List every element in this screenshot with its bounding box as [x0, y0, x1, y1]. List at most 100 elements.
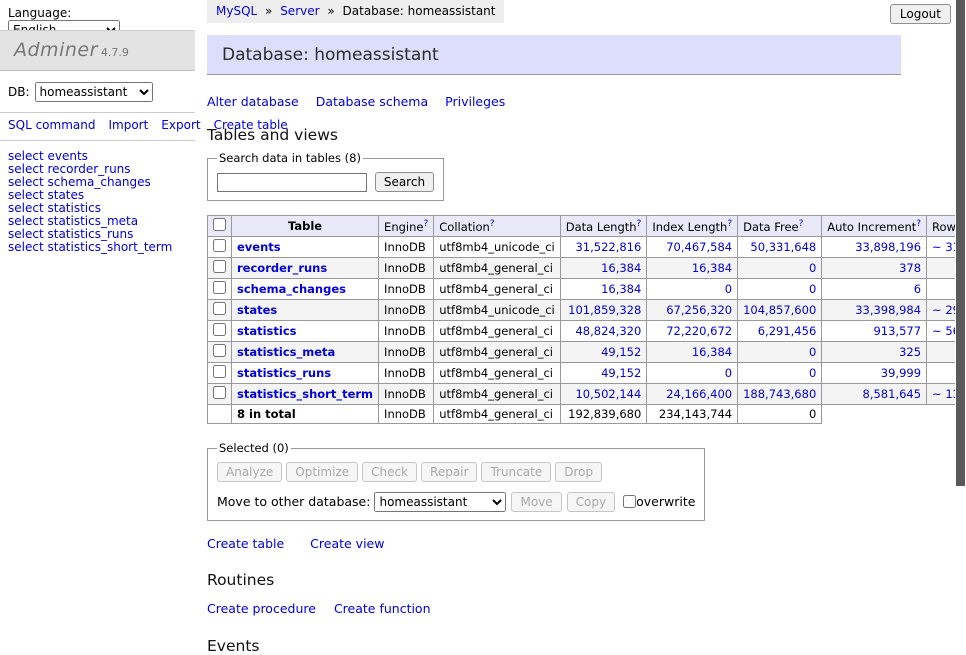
- row-checkbox[interactable]: [213, 386, 226, 399]
- index_length-value-link[interactable]: 0: [725, 282, 732, 296]
- move-button[interactable]: Move: [511, 492, 561, 512]
- data_free-value-link[interactable]: 0: [809, 261, 816, 275]
- data_length-value-link[interactable]: 49,152: [601, 345, 641, 359]
- table-name-link[interactable]: events: [237, 240, 281, 254]
- optimize-button[interactable]: Optimize: [286, 462, 358, 482]
- auto_increment-value-link[interactable]: 378: [899, 261, 921, 275]
- table-link[interactable]: schema_changes: [47, 175, 150, 189]
- table-name-link[interactable]: statistics_short_term: [237, 387, 373, 401]
- data_free-value-link[interactable]: 50,331,648: [750, 240, 816, 254]
- sidebar-action-link[interactable]: Import: [108, 118, 148, 132]
- table-link[interactable]: statistics_meta: [47, 214, 138, 228]
- table-link[interactable]: events: [47, 149, 87, 163]
- truncate-button[interactable]: Truncate: [481, 462, 551, 482]
- index_length-value-link[interactable]: 67,256,320: [666, 303, 732, 317]
- row-checkbox[interactable]: [213, 323, 226, 336]
- table-link[interactable]: statistics_short_term: [47, 240, 172, 254]
- select-link[interactable]: select: [8, 227, 44, 241]
- auto_increment-value-link[interactable]: 39,999: [881, 366, 921, 380]
- adminer-logo[interactable]: Adminer: [14, 39, 98, 61]
- data_length-value-link[interactable]: 101,859,328: [568, 303, 641, 317]
- table-name-link[interactable]: statistics: [237, 324, 297, 338]
- data_length-value-link[interactable]: 16,384: [601, 282, 641, 296]
- select-link[interactable]: select: [8, 149, 44, 163]
- column-help-link[interactable]: ?: [490, 219, 495, 229]
- data_length-value-link[interactable]: 31,522,816: [575, 240, 641, 254]
- scrollbar-thumb[interactable]: [956, 0, 965, 486]
- scrollbar-track[interactable]: [955, 0, 966, 543]
- copy-button[interactable]: Copy: [567, 492, 615, 512]
- move-db-select[interactable]: homeassistant: [374, 492, 506, 512]
- table-name-link[interactable]: states: [237, 303, 277, 317]
- data_free-value-link[interactable]: 188,743,680: [743, 387, 816, 401]
- data_free-value-link[interactable]: 0: [809, 366, 816, 380]
- data_length-value-link[interactable]: 49,152: [601, 366, 641, 380]
- column-help-link[interactable]: ?: [637, 219, 642, 229]
- index_length-value-link[interactable]: 0: [725, 366, 732, 380]
- table-link[interactable]: statistics_runs: [47, 227, 133, 241]
- routine-create-link[interactable]: Create function: [334, 601, 431, 616]
- nav-link[interactable]: Alter database: [207, 94, 299, 109]
- repair-button[interactable]: Repair: [421, 462, 477, 482]
- row-checkbox[interactable]: [213, 281, 226, 294]
- nav-link[interactable]: Privileges: [445, 94, 505, 109]
- create-link[interactable]: Create table: [207, 536, 284, 551]
- select-link[interactable]: select: [8, 162, 44, 176]
- table-link[interactable]: statistics: [47, 201, 101, 215]
- auto_increment-value-link[interactable]: 33,898,196: [855, 240, 921, 254]
- select-link[interactable]: select: [8, 214, 44, 228]
- table-link[interactable]: states: [47, 188, 84, 202]
- breadcrumb-link[interactable]: Server: [280, 4, 319, 18]
- column-help-link[interactable]: ?: [423, 219, 428, 229]
- row-checkbox[interactable]: [213, 302, 226, 315]
- data_free-value-link[interactable]: 104,857,600: [743, 303, 816, 317]
- index_length-value-link[interactable]: 70,467,584: [666, 240, 732, 254]
- check-button[interactable]: Check: [362, 462, 417, 482]
- logout-button[interactable]: Logout: [890, 4, 951, 24]
- column-help-link[interactable]: ?: [799, 219, 804, 229]
- overwrite-checkbox[interactable]: [623, 495, 636, 508]
- search-button[interactable]: Search: [375, 172, 434, 192]
- row-checkbox[interactable]: [213, 365, 226, 378]
- data_free-value-link[interactable]: 0: [809, 282, 816, 296]
- sidebar-action-link[interactable]: SQL command: [8, 118, 95, 132]
- db-select[interactable]: homeassistant: [35, 82, 153, 102]
- auto_increment-value-link[interactable]: 6: [914, 282, 921, 296]
- select-link[interactable]: select: [8, 175, 44, 189]
- select-link[interactable]: select: [8, 201, 44, 215]
- analyze-button[interactable]: Analyze: [217, 462, 282, 482]
- breadcrumb-link[interactable]: MySQL: [216, 4, 257, 18]
- sidebar-action-link[interactable]: Export: [161, 118, 200, 132]
- data_length-value-link[interactable]: 48,824,320: [575, 324, 641, 338]
- auto_increment-value-link[interactable]: 8,581,645: [863, 387, 922, 401]
- auto_increment-value-link[interactable]: 325: [899, 345, 921, 359]
- drop-button[interactable]: Drop: [555, 462, 602, 482]
- row-checkbox[interactable]: [213, 344, 226, 357]
- column-help-link[interactable]: ?: [916, 219, 921, 229]
- nav-link[interactable]: Database schema: [316, 94, 428, 109]
- row-checkbox[interactable]: [213, 260, 226, 273]
- data_free-value-link[interactable]: 0: [809, 345, 816, 359]
- data_length-value-link[interactable]: 16,384: [601, 261, 641, 275]
- table-name-link[interactable]: statistics_runs: [237, 366, 331, 380]
- index_length-value-link[interactable]: 16,384: [692, 261, 732, 275]
- index_length-value-link[interactable]: 16,384: [692, 345, 732, 359]
- index_length-value-link[interactable]: 24,166,400: [666, 387, 732, 401]
- table-name-link[interactable]: statistics_meta: [237, 345, 335, 359]
- auto_increment-value-link[interactable]: 913,577: [873, 324, 921, 338]
- auto_increment-value-link[interactable]: 33,398,984: [855, 303, 921, 317]
- search-input[interactable]: [217, 173, 367, 192]
- table-name-link[interactable]: recorder_runs: [237, 261, 327, 275]
- table-link[interactable]: recorder_runs: [47, 162, 130, 176]
- routine-create-link[interactable]: Create procedure: [207, 601, 316, 616]
- create-link[interactable]: Create view: [310, 536, 384, 551]
- table-name-link[interactable]: schema_changes: [237, 282, 346, 296]
- select-all-checkbox[interactable]: [213, 218, 226, 231]
- data_free-value-link[interactable]: 6,291,456: [758, 324, 817, 338]
- select-link[interactable]: select: [8, 240, 44, 254]
- index_length-value-link[interactable]: 72,220,672: [666, 324, 732, 338]
- column-help-link[interactable]: ?: [727, 219, 732, 229]
- select-link[interactable]: select: [8, 188, 44, 202]
- data_length-value-link[interactable]: 10,502,144: [575, 387, 641, 401]
- row-checkbox[interactable]: [213, 239, 226, 252]
